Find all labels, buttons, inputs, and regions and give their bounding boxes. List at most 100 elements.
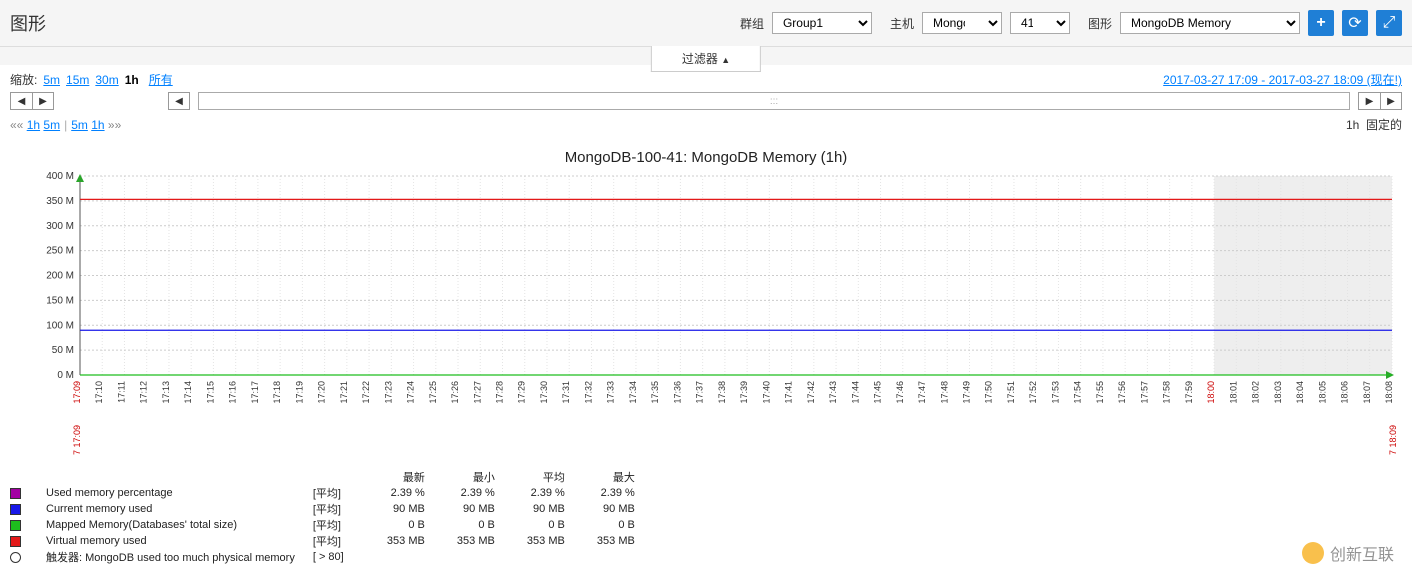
svg-text:17:19: 17:19 bbox=[294, 381, 304, 404]
chart: 0 M50 M100 M150 M200 M250 M300 M350 M400… bbox=[10, 170, 1402, 455]
svg-text:17:13: 17:13 bbox=[161, 381, 171, 404]
quicknav-0[interactable]: 1h bbox=[27, 118, 40, 132]
svg-text:17:41: 17:41 bbox=[784, 381, 794, 404]
zoom-5m[interactable]: 5m bbox=[43, 73, 60, 87]
group-select[interactable]: Group1 bbox=[772, 12, 872, 34]
svg-text:18:08: 18:08 bbox=[1384, 381, 1394, 404]
toolbar-controls: 群组 Group1 主机 MongoDB 41 图形 MongoDB Memor… bbox=[730, 10, 1402, 36]
svg-text:17:29: 17:29 bbox=[517, 381, 527, 404]
zoom-label: 缩放: bbox=[10, 71, 37, 88]
svg-text:17:25: 17:25 bbox=[428, 381, 438, 404]
brand-watermark: 创新互联 bbox=[1302, 541, 1394, 565]
svg-text:17:36: 17:36 bbox=[672, 381, 682, 404]
svg-text:17:24: 17:24 bbox=[406, 381, 416, 404]
fullscreen-button[interactable]: ⤢ bbox=[1376, 10, 1402, 36]
svg-text:100 M: 100 M bbox=[46, 320, 74, 331]
zoom-15m[interactable]: 15m bbox=[66, 73, 89, 87]
svg-text:17:16: 17:16 bbox=[228, 381, 238, 404]
svg-text:17:54: 17:54 bbox=[1073, 381, 1083, 404]
add-button[interactable]: + bbox=[1308, 10, 1334, 36]
graph-label: 图形 bbox=[1088, 15, 1112, 32]
host-select-2[interactable]: 41 bbox=[1010, 12, 1070, 34]
quick-nav-row: «« 1h 5m|5m 1h »» 1h 固定的 bbox=[0, 112, 1412, 143]
svg-text:350 M: 350 M bbox=[46, 196, 74, 207]
svg-text:400 M: 400 M bbox=[46, 171, 74, 182]
quicknav-2[interactable]: 5m bbox=[71, 118, 88, 132]
svg-text:17:32: 17:32 bbox=[583, 381, 593, 404]
time-range[interactable]: 2017-03-27 17:09 - 2017-03-27 18:09 (现在!… bbox=[1163, 71, 1402, 88]
svg-text:0 M: 0 M bbox=[57, 370, 74, 381]
svg-text:17:39: 17:39 bbox=[739, 381, 749, 404]
step-fwd-button[interactable]: ▶ bbox=[32, 92, 54, 110]
legend-area: 最新最小平均最大Used memory percentage[平均]2.39 %… bbox=[0, 465, 1412, 569]
svg-text:17:46: 17:46 bbox=[895, 381, 905, 404]
svg-text:18:01: 18:01 bbox=[1228, 381, 1238, 404]
svg-text:17:43: 17:43 bbox=[828, 381, 838, 404]
step-back-button[interactable]: ◀ bbox=[10, 92, 32, 110]
svg-text:17:47: 17:47 bbox=[917, 381, 927, 404]
svg-text:200 M: 200 M bbox=[46, 271, 74, 282]
legend-row: Used memory percentage[平均]2.39 %2.39 %2.… bbox=[10, 485, 653, 501]
refresh-button[interactable]: ⟳ bbox=[1342, 10, 1368, 36]
filter-label: 过滤器 bbox=[682, 52, 718, 66]
svg-text:50 M: 50 M bbox=[52, 345, 74, 356]
filter-toggle[interactable]: 过滤器 ▲ bbox=[651, 46, 761, 72]
scroll-left-button[interactable]: ◀ bbox=[168, 92, 190, 110]
svg-text:17:51: 17:51 bbox=[1006, 381, 1016, 404]
fixed-label: 1h 固定的 bbox=[1346, 116, 1402, 133]
svg-text:18:06: 18:06 bbox=[1340, 381, 1350, 404]
quicknav-1[interactable]: 5m bbox=[43, 118, 60, 132]
svg-text:17:40: 17:40 bbox=[761, 381, 771, 404]
quicknav-3[interactable]: 1h bbox=[91, 118, 104, 132]
svg-text:17:33: 17:33 bbox=[606, 381, 616, 404]
timeline-scrollbar[interactable]: ::: bbox=[198, 92, 1350, 110]
legend-row: Current memory used[平均]90 MB90 MB90 MB90… bbox=[10, 501, 653, 517]
timeline-nav: ◀ ▶ ◀ ::: ▶ ▶ bbox=[0, 90, 1412, 112]
svg-text:17:44: 17:44 bbox=[850, 381, 860, 404]
svg-text:17:28: 17:28 bbox=[495, 381, 505, 404]
svg-text:17:52: 17:52 bbox=[1028, 381, 1038, 404]
host-select-1[interactable]: MongoDB bbox=[922, 12, 1002, 34]
svg-text:17:11: 17:11 bbox=[116, 381, 126, 403]
zoom-all[interactable]: 所有 bbox=[149, 71, 173, 88]
legend-header: 平均 bbox=[513, 469, 583, 485]
svg-text:17:23: 17:23 bbox=[383, 381, 393, 404]
graph-select[interactable]: MongoDB Memory bbox=[1120, 12, 1300, 34]
quick-right-arrows[interactable]: »» bbox=[108, 118, 121, 132]
svg-text:17:59: 17:59 bbox=[1184, 381, 1194, 404]
chart-area: MongoDB-100-41: MongoDB Memory (1h) 0 M5… bbox=[0, 149, 1412, 465]
svg-text:17:09: 17:09 bbox=[72, 381, 82, 404]
host-label: 主机 bbox=[890, 15, 914, 32]
svg-text:17:21: 17:21 bbox=[339, 381, 349, 404]
zoom-1h[interactable]: 1h bbox=[125, 73, 139, 87]
svg-text:17:56: 17:56 bbox=[1117, 381, 1127, 404]
legend-row: Virtual memory used[平均]353 MB353 MB353 M… bbox=[10, 533, 653, 549]
svg-text:17:30: 17:30 bbox=[539, 381, 549, 404]
svg-text:17:34: 17:34 bbox=[628, 381, 638, 404]
scroll-end-button[interactable]: ▶ bbox=[1380, 92, 1402, 110]
svg-text:17:18: 17:18 bbox=[272, 381, 282, 404]
svg-text:17:57: 17:57 bbox=[1139, 381, 1149, 404]
chevron-up-icon: ▲ bbox=[721, 55, 730, 65]
legend-trigger-row: 触发器: MongoDB used too much physical memo… bbox=[10, 549, 653, 565]
svg-text:17:49: 17:49 bbox=[961, 381, 971, 404]
svg-text:17:17: 17:17 bbox=[250, 381, 260, 404]
scroll-right-button[interactable]: ▶ bbox=[1358, 92, 1380, 110]
group-label: 群组 bbox=[740, 15, 764, 32]
legend-header: 最大 bbox=[583, 469, 653, 485]
svg-text:17:55: 17:55 bbox=[1095, 381, 1105, 404]
quick-left-arrows[interactable]: «« bbox=[10, 118, 23, 132]
svg-text:17:38: 17:38 bbox=[717, 381, 727, 404]
svg-text:17:48: 17:48 bbox=[939, 381, 949, 404]
svg-text:17:50: 17:50 bbox=[984, 381, 994, 404]
svg-text:17:27: 17:27 bbox=[472, 381, 482, 404]
svg-text:17:35: 17:35 bbox=[650, 381, 660, 404]
svg-text:17:58: 17:58 bbox=[1162, 381, 1172, 404]
svg-text:03-27 18:09: 03-27 18:09 bbox=[1388, 425, 1398, 455]
legend-header: 最小 bbox=[443, 469, 513, 485]
svg-text:17:14: 17:14 bbox=[183, 381, 193, 404]
svg-text:18:00: 18:00 bbox=[1206, 381, 1216, 404]
zoom-30m[interactable]: 30m bbox=[95, 73, 118, 87]
svg-text:17:42: 17:42 bbox=[806, 381, 816, 404]
svg-text:17:10: 17:10 bbox=[94, 381, 104, 404]
